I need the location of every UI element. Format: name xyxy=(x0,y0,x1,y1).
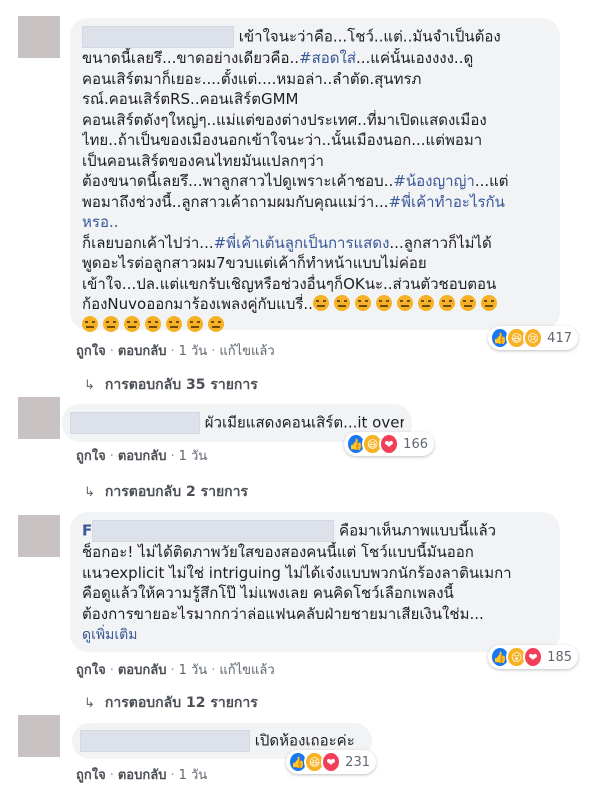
hashtag-link[interactable]: #น้องญาญ่า xyxy=(393,172,475,190)
like-link[interactable]: ถูกใจ xyxy=(76,344,106,359)
avatar[interactable] xyxy=(18,715,60,757)
comment-bubble: เข้าใจนะว่าคือ...โชว์..แต่..มันจำเป็นต้อ… xyxy=(70,18,560,332)
comment-text: ต้องขนาดนี้เลยรึ...พาลูกสาวไปดูเพราะเค้า… xyxy=(82,172,394,190)
comment-actions: ถูกใจ · ตอบกลับ · 1 วัน xyxy=(76,449,208,464)
expressionless-emoji-icon xyxy=(82,315,229,334)
comment-text: คือมาเห็นภาพแบบนี้แล้ว xyxy=(339,521,497,540)
reaction-summary[interactable]: 👍 😆 ❤ 231 xyxy=(286,750,376,774)
redacted-name[interactable] xyxy=(92,520,335,542)
see-more-link[interactable]: ดูเพิ่มเติม xyxy=(82,627,137,643)
timestamp[interactable]: 1 วัน xyxy=(179,344,208,359)
view-replies[interactable]: ↳ การตอบกลับ 12 รายการ xyxy=(84,692,258,714)
reply-arrow-icon: ↳ xyxy=(84,378,95,393)
expressionless-emoji-icon xyxy=(312,295,502,313)
comment-text: เป็นคอนเสิร์ตของคนไทยมันแปลกๆว่า xyxy=(82,151,324,170)
reaction-count: 166 xyxy=(403,436,428,452)
comment-text: คือดูแล้วให้ความรู้สึกโป๊ ไม่แพงเลย คนคิ… xyxy=(82,584,454,602)
redacted-name[interactable] xyxy=(70,412,200,434)
like-link[interactable]: ถูกใจ xyxy=(76,449,106,464)
comment-text: รณ์.คอนเสิร์ตRS..คอนเสิร์ตGMM xyxy=(82,90,299,108)
reaction-summary[interactable]: 👍 😆 😢 417 xyxy=(488,326,578,350)
redacted-name[interactable] xyxy=(82,26,234,48)
edited-label[interactable]: แก้ไขแล้ว xyxy=(219,344,274,359)
love-reaction-icon: ❤ xyxy=(378,433,400,455)
love-reaction-icon: ❤ xyxy=(320,751,342,773)
comment-text: เข้าใจ...ปล.แต่แขกรับเชิญหรือช่วงอื่นๆก็… xyxy=(82,274,497,293)
comment-actions: ถูกใจ · ตอบกลับ · 1 วัน · แก้ไขแล้ว xyxy=(76,344,275,359)
love-reaction-icon: ❤ xyxy=(522,646,544,668)
reaction-summary[interactable]: 👍 😮 ❤ 185 xyxy=(488,645,578,669)
reply-arrow-icon: ↳ xyxy=(84,485,95,500)
sad-reaction-icon: 😢 xyxy=(522,327,544,349)
comment-text: ขนาดนี้เลยรึ...ขาดอย่างเดียวคือ.. xyxy=(82,49,300,67)
comment-text: ...ลูกสาวก็ไม่ได้ xyxy=(389,233,492,252)
comment-text: คอนเสิร์ตดังๆใหญ่ๆ..แม่แต่ของต่างประเทศ.… xyxy=(82,110,487,129)
comment-text: ช็อกอะ! ไม่ได้ติดภาพวัยใสของสองคนนี้แต่ … xyxy=(82,543,474,561)
reaction-count: 417 xyxy=(547,330,572,346)
reply-link[interactable]: ตอบกลับ xyxy=(118,663,167,678)
replies-label[interactable]: การตอบกลับ 35 รายการ xyxy=(105,377,258,393)
timestamp[interactable]: 1 วัน xyxy=(179,449,208,464)
comment-text: ก้องNuvoออกมาร้องเพลงคู่กับแบรี่.. xyxy=(82,295,313,313)
view-replies[interactable]: ↳ การตอบกลับ 2 รายการ xyxy=(84,481,248,503)
comment-text: คอนเสิร์ตมาก็เยอะ....ตั้งแต่....หมอล่า..… xyxy=(82,69,422,88)
replies-label[interactable]: การตอบกลับ 12 รายการ xyxy=(105,695,258,711)
commenter-name[interactable]: F xyxy=(82,522,92,540)
comment-text: เปิดห้องเถอะค่ะ xyxy=(254,731,355,750)
avatar[interactable] xyxy=(18,397,60,439)
comment-text: ...แค่นั้นเองงงง..ดู xyxy=(355,49,474,67)
like-link[interactable]: ถูกใจ xyxy=(76,663,106,678)
edited-label[interactable]: แก้ไขแล้ว xyxy=(219,663,274,678)
comment-actions: ถูกใจ · ตอบกลับ · 1 วัน xyxy=(76,768,208,783)
timestamp[interactable]: 1 วัน xyxy=(179,768,208,783)
avatar[interactable] xyxy=(18,515,60,557)
comment-text: ต้องการขายอะไรมากกว่าล่อแฟนคลับฝ่ายชายมา… xyxy=(82,604,484,623)
reply-link[interactable]: ตอบกลับ xyxy=(118,449,167,464)
reply-link[interactable]: ตอบกลับ xyxy=(118,344,167,359)
redacted-name[interactable] xyxy=(80,730,250,752)
comment-text: พอมาถึงช่วงนี้..ลูกสาวเค้าถามผมกับคุณแม่… xyxy=(82,192,389,211)
comment-text: ก็เลยบอกเค้าไปว่า... xyxy=(82,233,214,252)
reply-arrow-icon: ↳ xyxy=(84,696,95,711)
hashtag-link[interactable]: #พี่เค้าเต้นลูกเป็นการแสดง xyxy=(214,234,390,252)
reply-link[interactable]: ตอบกลับ xyxy=(118,768,167,783)
comment-text: ผัวเมียแสดงคอนเสิร์ต...it over xyxy=(204,413,404,432)
comment-text: แนวexplicit ไม่ใช่ intriguing ไม่ได้เจ๋ง… xyxy=(82,563,512,582)
comment-text: พูดอะไรต่อลูกสาวผม7ขวบแต่เค้าก็ทำหน้าแบบ… xyxy=(82,254,427,272)
comment-text: เข้าใจนะว่าคือ...โชว์..แต่..มันจำเป็นต้อ… xyxy=(238,27,501,46)
reaction-summary[interactable]: 👍 😆 ❤ 166 xyxy=(344,432,434,456)
avatar[interactable] xyxy=(18,16,60,58)
comment-actions: ถูกใจ · ตอบกลับ · 1 วัน · แก้ไขแล้ว xyxy=(76,663,275,678)
reaction-count: 185 xyxy=(547,649,572,665)
comment-text: ...แต่ xyxy=(474,172,509,190)
hashtag-link[interactable]: #พี่เค้าทำอะไรกัน xyxy=(389,193,505,211)
hashtag-link[interactable]: หรอ.. xyxy=(82,213,119,231)
timestamp[interactable]: 1 วัน xyxy=(179,663,208,678)
like-link[interactable]: ถูกใจ xyxy=(76,768,106,783)
comment-bubble: F คือมาเห็นภาพแบบนี้แล้ว ช็อกอะ! ไม่ได้ต… xyxy=(70,512,560,652)
replies-label[interactable]: การตอบกลับ 2 รายการ xyxy=(105,484,248,500)
reaction-count: 231 xyxy=(345,754,370,770)
view-replies[interactable]: ↳ การตอบกลับ 35 รายการ xyxy=(84,374,258,396)
comment-text: ไทย..ถ้าเป็นของเมืองนอกเข้าใจนะว่า..นั้น… xyxy=(82,131,483,149)
hashtag-link[interactable]: #สอดใส่ xyxy=(299,49,356,67)
